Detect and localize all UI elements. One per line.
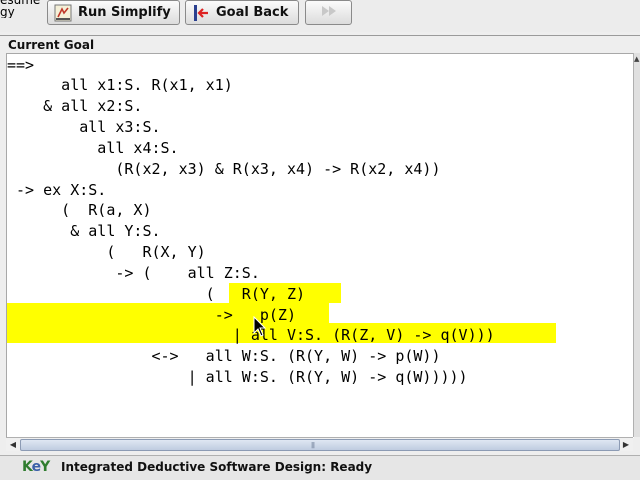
grip-icon: |||	[311, 442, 315, 449]
toolbar: esume gy Run Simplify Goal Back	[0, 0, 640, 32]
current-goal-title: Current Goal	[8, 38, 95, 52]
goal-line: all x4:S.	[7, 139, 179, 157]
scroll-left-icon[interactable]: ◀	[6, 438, 20, 451]
vertical-scrollbar[interactable]: ▲	[633, 53, 640, 437]
mouse-cursor-icon	[253, 316, 267, 337]
current-goal-panel: Current Goal ==> all x1:S. R(x1, x1) & a…	[0, 35, 640, 454]
goal-back-icon	[192, 4, 210, 22]
goal-line: & all Y:S.	[7, 222, 161, 240]
resume-button-label-fragment[interactable]: esume gy	[0, 0, 44, 18]
status-bar: KeY Integrated Deductive Software Design…	[0, 455, 640, 480]
simplify-icon	[54, 4, 72, 22]
resume-text-line-2: gy	[0, 5, 15, 18]
run-simplify-button[interactable]: Run Simplify	[47, 0, 180, 25]
scroll-right-icon[interactable]: ▶	[619, 438, 633, 451]
scroll-up-icon[interactable]: ▲	[634, 55, 639, 63]
goal-line: & all x2:S.	[7, 97, 143, 115]
goal-text-area[interactable]: ==> all x1:S. R(x1, x1) & all x2:S. all …	[6, 53, 634, 438]
run-strategy-button[interactable]	[305, 0, 352, 25]
goal-line: ( R(Y, Z)	[7, 285, 306, 303]
horizontal-scrollbar[interactable]: ◀ ||| ▶	[6, 437, 633, 451]
goal-line: | all W:S. (R(Y, W) -> q(W)))))	[7, 368, 468, 386]
goal-line: all x1:S. R(x1, x1)	[7, 76, 233, 94]
key-logo: KeY	[22, 459, 50, 475]
goal-back-label: Goal Back	[216, 5, 289, 20]
goal-line: ( R(a, X)	[7, 201, 152, 219]
goal-line: <-> all W:S. (R(Y, W) -> p(W))	[7, 347, 441, 365]
goal-back-button[interactable]: Goal Back	[185, 0, 299, 25]
fast-forward-icon	[320, 4, 338, 22]
horizontal-scroll-thumb[interactable]: |||	[20, 439, 620, 451]
goal-line: (R(x2, x3) & R(x3, x4) -> R(x2, x4))	[7, 160, 441, 178]
status-text: Integrated Deductive Software Design: Re…	[61, 460, 373, 474]
goal-line: -> ( all Z:S.	[7, 264, 260, 282]
run-simplify-label: Run Simplify	[78, 5, 171, 20]
goal-line: | all V:S. (R(Z, V) -> q(V)))	[7, 326, 495, 344]
goal-line: -> ex X:S.	[7, 181, 107, 199]
goal-line: ==>	[7, 56, 35, 74]
goal-line: ( R(X, Y)	[7, 243, 206, 261]
goal-line: all x3:S.	[7, 118, 161, 136]
